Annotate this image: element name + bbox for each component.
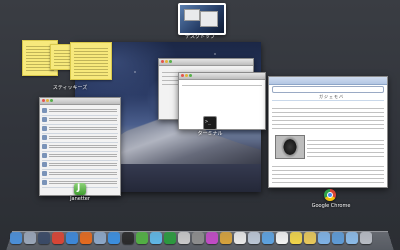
finder-icon[interactable] — [10, 232, 22, 244]
janetter-window[interactable] — [39, 97, 121, 196]
mission-control-screen: デスクトップ スティッキーズ ターミナル — [0, 0, 400, 250]
facetime-icon[interactable] — [164, 232, 176, 244]
documents-folder-icon[interactable] — [346, 232, 358, 244]
chrome-app-icon — [324, 189, 336, 201]
desktop-space-label: デスクトップ — [184, 34, 215, 40]
launchpad-icon[interactable] — [24, 232, 36, 244]
tweet-row[interactable] — [42, 107, 118, 116]
article-text — [272, 105, 384, 129]
tweet-row[interactable] — [42, 134, 118, 143]
tweet-row[interactable] — [42, 125, 118, 134]
janetter-label: Janetter — [70, 196, 90, 202]
avatar — [42, 180, 47, 185]
avatar — [42, 171, 47, 176]
cd-icon[interactable] — [248, 232, 260, 244]
terminal-label: ターミナル — [197, 131, 223, 137]
janetter-icon[interactable] — [136, 232, 148, 244]
chrome-label: Google Chrome — [311, 203, 351, 209]
article-text — [307, 137, 384, 157]
mini-window — [184, 9, 200, 21]
avatar — [42, 126, 47, 131]
photos-icon[interactable] — [220, 232, 232, 244]
mini-window — [200, 11, 218, 27]
messages-icon[interactable] — [150, 232, 162, 244]
article-text — [272, 163, 384, 183]
preview-icon[interactable] — [262, 232, 274, 244]
titlebar — [159, 59, 253, 66]
tweet-row[interactable] — [42, 170, 118, 179]
itunes-icon[interactable] — [206, 232, 218, 244]
folder-icon[interactable] — [318, 232, 330, 244]
avatar — [42, 162, 47, 167]
terminal-window[interactable] — [178, 72, 266, 130]
dock-icons — [10, 232, 390, 246]
textedit-icon[interactable] — [276, 232, 288, 244]
mail-icon[interactable] — [94, 232, 106, 244]
titlebar — [179, 73, 265, 80]
stickies-label: スティッキーズ — [52, 85, 88, 91]
app-store-icon[interactable] — [108, 232, 120, 244]
downloads-folder-icon[interactable] — [332, 232, 344, 244]
avatar — [42, 153, 47, 158]
terminal-icon — [203, 116, 217, 130]
system-preferences-icon[interactable] — [192, 232, 204, 244]
safari-icon[interactable] — [66, 232, 78, 244]
titlebar — [40, 98, 120, 105]
terminal-output — [182, 82, 262, 88]
tweet-row[interactable] — [42, 143, 118, 152]
firefox-icon[interactable] — [80, 232, 92, 244]
dashboard-icon[interactable] — [38, 232, 50, 244]
chrome-icon[interactable] — [52, 232, 64, 244]
pen-icon[interactable] — [178, 232, 190, 244]
calendar-icon[interactable] — [234, 232, 246, 244]
trash-icon[interactable] — [360, 232, 372, 244]
avatar — [42, 117, 47, 122]
chrome-window[interactable]: ガジェモバ — [268, 76, 388, 188]
avatar — [42, 144, 47, 149]
tweet-row[interactable] — [42, 161, 118, 170]
tweet-row[interactable] — [42, 116, 118, 125]
notes-icon[interactable] — [304, 232, 316, 244]
stickies-windows[interactable] — [12, 40, 112, 82]
avatar — [42, 108, 47, 113]
terminal-icon[interactable] — [122, 232, 134, 244]
sticky-note[interactable] — [70, 42, 112, 80]
stickies-icon[interactable] — [290, 232, 302, 244]
tweet-row[interactable] — [42, 152, 118, 161]
avatar — [42, 135, 47, 140]
blog-title: ガジェモバ — [319, 94, 344, 99]
desktop-space-thumbnail[interactable] — [178, 3, 226, 35]
janetter-app-icon — [74, 183, 86, 195]
tab-bar[interactable] — [269, 77, 387, 85]
mouse-photo — [275, 135, 305, 159]
